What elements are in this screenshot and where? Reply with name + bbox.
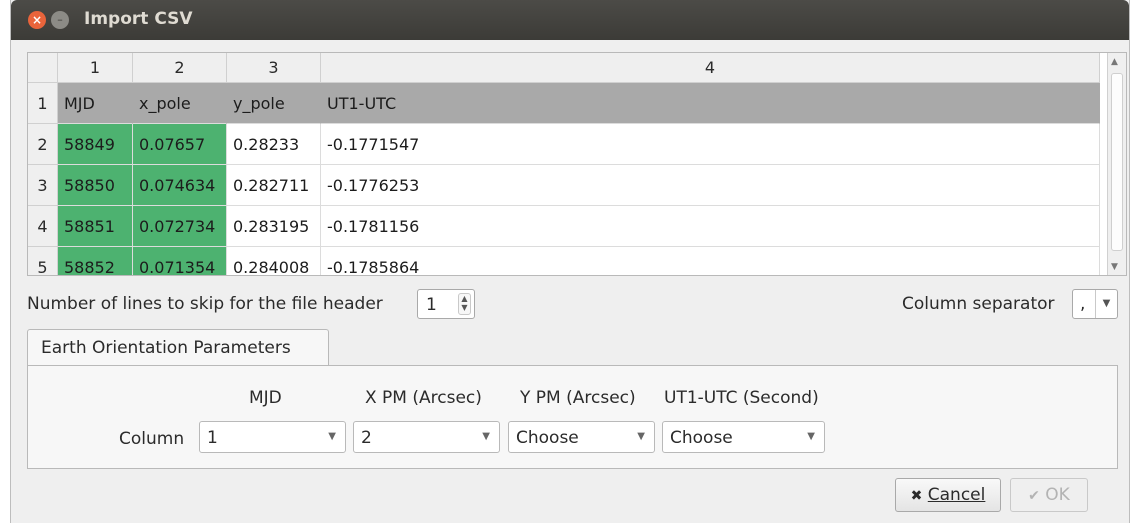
scroll-down-icon[interactable]: ▼ — [1111, 262, 1118, 272]
table-cell[interactable]: 58851 — [58, 206, 133, 247]
table-cell[interactable]: UT1-UTC — [321, 83, 1100, 124]
spinner-arrows-icon[interactable]: ▲ ▼ — [458, 293, 471, 315]
eop-tab-panel: MJD X PM (Arcsec) Y PM (Arcsec) UT1-UTC … — [27, 365, 1118, 469]
table-cell[interactable]: 58852 — [58, 247, 133, 275]
window-title: Import CSV — [84, 9, 193, 29]
table-cell[interactable]: 58849 — [58, 124, 133, 165]
ypm-column-value: Choose — [516, 428, 579, 448]
mjd-column-value: 1 — [207, 428, 218, 448]
table-cell[interactable]: -0.1776253 — [321, 165, 1100, 206]
table-corner — [28, 53, 58, 83]
ok-button[interactable]: ✔ OK — [1010, 478, 1088, 512]
row-number-2[interactable]: 2 — [28, 124, 58, 165]
skip-lines-spinbox[interactable]: 1 ▲ ▼ — [417, 289, 475, 319]
column-separator-value: , — [1080, 294, 1086, 314]
column-separator-label: Column separator — [902, 294, 1055, 314]
vertical-scrollbar[interactable]: ▲ ▼ — [1107, 53, 1126, 275]
eop-header-ypm: Y PM (Arcsec) — [520, 388, 636, 408]
title-bar: × – Import CSV — [11, 0, 1129, 40]
chevron-down-icon[interactable]: ▼ — [1095, 290, 1117, 318]
column-number-1[interactable]: 1 — [58, 53, 133, 83]
table-row: 58849 0.07657 0.28233 -0.1771547 — [58, 124, 1100, 165]
chevron-down-icon: ▼ — [637, 431, 645, 442]
table-cell[interactable]: x_pole — [133, 83, 227, 124]
eop-header-xpm: X PM (Arcsec) — [365, 388, 482, 408]
table-cell[interactable]: 0.282711 — [227, 165, 321, 206]
row-number-5[interactable]: 5 — [28, 247, 58, 275]
eop-header-mjd: MJD — [249, 388, 282, 408]
chevron-down-icon: ▼ — [807, 431, 815, 442]
table-cell[interactable]: 0.283195 — [227, 206, 321, 247]
mjd-column-select[interactable]: 1 ▼ — [199, 421, 346, 453]
table-cell[interactable]: -0.1781156 — [321, 206, 1100, 247]
column-separator-select[interactable]: , ▼ — [1072, 289, 1118, 319]
ut1utc-column-select[interactable]: Choose ▼ — [662, 421, 825, 453]
ut1utc-column-value: Choose — [670, 428, 733, 448]
column-label: Column — [119, 429, 185, 449]
table-cell[interactable]: 0.284008 — [227, 247, 321, 275]
table-cell[interactable]: 0.07657 — [133, 124, 227, 165]
check-icon: ✔ — [1028, 488, 1040, 504]
ypm-column-select[interactable]: Choose ▼ — [508, 421, 655, 453]
table-row: 58851 0.072734 0.283195 -0.1781156 — [58, 206, 1100, 247]
chevron-down-icon: ▼ — [482, 431, 490, 442]
close-icon[interactable]: × — [28, 11, 46, 29]
row-number-3[interactable]: 3 — [28, 165, 58, 206]
table-header-row: MJD x_pole y_pole UT1-UTC — [58, 83, 1100, 124]
table-cell[interactable]: 0.071354 — [133, 247, 227, 275]
table-cell[interactable]: MJD — [58, 83, 133, 124]
table-cell[interactable]: y_pole — [227, 83, 321, 124]
column-number-3[interactable]: 3 — [227, 53, 321, 83]
chevron-down-icon: ▼ — [328, 431, 336, 442]
cancel-button[interactable]: ✖ Cancel — [895, 478, 1001, 512]
ok-button-label: OK — [1045, 485, 1070, 505]
import-csv-dialog: × – Import CSV 1 2 3 4 1 2 3 4 5 MJD x_p… — [10, 0, 1130, 523]
x-icon: ✖ — [910, 488, 923, 504]
row-number-4[interactable]: 4 — [28, 206, 58, 247]
table-row: 58852 0.071354 0.284008 -0.1785864 — [58, 247, 1100, 275]
csv-preview-table[interactable]: 1 2 3 4 1 2 3 4 5 MJD x_pole y_pole UT1-… — [27, 52, 1127, 276]
skip-lines-label: Number of lines to skip for the file hea… — [27, 294, 383, 314]
table-cell[interactable]: -0.1785864 — [321, 247, 1100, 275]
xpm-column-select[interactable]: 2 ▼ — [353, 421, 500, 453]
table-cell[interactable]: 0.074634 — [133, 165, 227, 206]
scrollbar-thumb[interactable] — [1111, 73, 1123, 251]
table-row: 58850 0.074634 0.282711 -0.1776253 — [58, 165, 1100, 206]
xpm-column-value: 2 — [361, 428, 372, 448]
scroll-up-icon[interactable]: ▲ — [1111, 57, 1118, 67]
table-cell[interactable]: -0.1771547 — [321, 124, 1100, 165]
cancel-button-label: Cancel — [927, 485, 986, 505]
tab-earth-orientation-parameters[interactable]: Earth Orientation Parameters — [27, 329, 329, 366]
row-number-1[interactable]: 1 — [28, 83, 58, 124]
table-cell[interactable]: 0.072734 — [133, 206, 227, 247]
skip-lines-value[interactable]: 1 — [426, 295, 437, 315]
table-cell[interactable]: 58850 — [58, 165, 133, 206]
minimize-icon[interactable]: – — [51, 11, 69, 29]
table-cell[interactable]: 0.28233 — [227, 124, 321, 165]
column-number-4[interactable]: 4 — [321, 53, 1100, 83]
column-number-2[interactable]: 2 — [133, 53, 227, 83]
eop-header-ut1utc: UT1-UTC (Second) — [664, 388, 819, 408]
